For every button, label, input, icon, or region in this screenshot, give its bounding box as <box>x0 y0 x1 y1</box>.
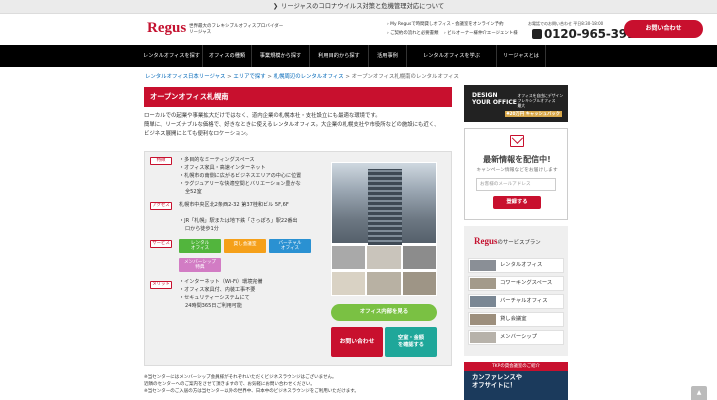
notes: ※当センターにはメンバーシップ会員様がそれぞれいただくビジネスラウンジはございま… <box>144 375 359 394</box>
building-photo[interactable] <box>331 162 437 245</box>
merits-list: ・インターネット（Wi-Fi）環境完備 ・オフィス家具付、内装工事不要 ・セキュ… <box>179 278 262 310</box>
subscribe-button[interactable]: 登録する <box>493 196 541 209</box>
intro-text: ローカルでの起業や事業拡大だけではなく、道内企業の札幌本社・支社設立にも最適な環… <box>144 113 440 137</box>
inquiry-button[interactable]: お問い合わせ <box>331 327 383 357</box>
phone-number[interactable]: 0120-965-391 <box>532 27 635 41</box>
list-item: 24時間365日ご利用可能 <box>185 303 242 309</box>
scroll-top-button[interactable]: ▲ <box>691 386 707 400</box>
breadcrumb-current: オープンオフィス札幌南のレンタルオフィス <box>351 74 459 80</box>
plan-meeting-room[interactable]: 貸し会議室 <box>468 312 564 327</box>
email-field[interactable]: お客様のメールアドレス <box>476 178 556 191</box>
page-title: オープンオフィス札幌南 <box>144 87 452 107</box>
tag-access: アクセス <box>150 202 172 210</box>
list-item: ・オフィス家具付、内装工事不要 <box>179 287 256 293</box>
service-meeting-room[interactable]: 貸し会議室 <box>224 239 266 253</box>
plan-membership[interactable]: メンバーシップ <box>468 330 564 345</box>
nav-item-types[interactable]: オフィスの種類 <box>202 45 251 67</box>
nav-item-cases[interactable]: 活用事例 <box>368 45 406 67</box>
tag-merits: メリット <box>150 281 172 289</box>
office-photo-gallery[interactable] <box>331 162 437 296</box>
plan-rental-office[interactable]: レンタルオフィス <box>468 258 564 273</box>
access-info: ・JR「札幌」駅または地下鉄「さっぽろ」駅22番出 口から徒歩1分 <box>179 218 298 232</box>
features-list: ・多目的なミーティングスペース ・オフィス家具・高速インターネット ・札幌市の南… <box>179 156 301 196</box>
list-item: ・インターネット（Wi-Fi）環境完備 <box>179 279 263 285</box>
breadcrumb-sapporo[interactable]: 札幌周辺のレンタルオフィス <box>274 74 344 80</box>
announcement-bar[interactable]: ❯ リージャスのコロナウイルス対策と危機管理対応について <box>0 0 717 14</box>
photo-thumbnail[interactable] <box>402 271 437 296</box>
photo-thumbnail[interactable] <box>366 245 402 270</box>
tagline: 世界最大のフレキシブルオフィスプロバイダー リージャス <box>189 24 284 35</box>
list-item: ・セキュリティーシステムにて <box>179 295 250 301</box>
nav-item-purpose[interactable]: 利用目的から探す <box>309 45 368 67</box>
nav-item-find[interactable]: レンタルオフィスを探す <box>141 45 202 67</box>
list-item: ・札幌市の南側に広がるビジネスエリアの中心に位置 <box>179 173 302 179</box>
address: 札幌市中央区北2条西2-32 第37桂和ビル 5F,6F <box>179 202 289 208</box>
main-nav: レンタルオフィスを探す オフィスの種類 事業規模から探す 利用目的から探す 活用… <box>0 45 717 67</box>
link-contract-flow[interactable]: › ご契約の流れと必要書類 <box>387 30 438 36</box>
list-item: ・多目的なミーティングスペース <box>179 157 255 163</box>
link-building-owner[interactable]: › ビルオーナー様 <box>444 30 478 36</box>
tag-services: サービス <box>150 240 172 248</box>
view-office-interior-button[interactable]: オフィス内部を見る <box>331 304 437 321</box>
chevron-right-icon: ❯ <box>272 3 279 10</box>
mail-icon <box>510 132 524 147</box>
breadcrumb: レンタルオフィス日本リージャス > エリアで探す > 札幌周辺のレンタルオフィス… <box>145 74 459 80</box>
list-item: ・ラグジュアリーな快適空間とバリエーション豊かな <box>179 181 301 187</box>
announcement-text: リージャスのコロナウイルス対策と危機管理対応について <box>281 3 445 10</box>
service-virtual-office[interactable]: バーチャル オフィス <box>269 239 311 253</box>
tag-features: 特徴 <box>150 157 172 165</box>
nav-item-learn[interactable]: レンタルオフィスを学ぶ <box>406 45 496 67</box>
newsletter-title: 最新情報を配信中! <box>483 155 551 164</box>
newsletter-subtitle: キャンペーン情報などをお届けします <box>476 168 558 173</box>
photo-thumbnail[interactable] <box>331 245 366 270</box>
service-membership[interactable]: メンバーシップ 特典 <box>179 258 221 272</box>
breadcrumb-area[interactable]: エリアで探す <box>233 74 265 80</box>
newsletter-box: 最新情報を配信中! キャンペーン情報などをお届けします お客様のメールアドレス … <box>464 128 568 220</box>
photo-thumbnail[interactable] <box>331 271 366 296</box>
photo-thumbnail[interactable] <box>366 271 402 296</box>
check-vacancy-button[interactable]: 空室・金額 を確認する <box>385 327 437 357</box>
service-plans-title: Regusのサービスプラン <box>474 236 541 246</box>
service-plans: Regusのサービスプラン レンタルオフィス コワーキングスペース バーチャルオ… <box>464 226 568 356</box>
link-agent[interactable]: › 仲介エージェント様 <box>475 30 518 36</box>
plan-virtual-office[interactable]: バーチャルオフィス <box>468 294 564 309</box>
regus-logo[interactable]: Regus <box>147 20 186 37</box>
design-your-office-banner[interactable]: DESIGN YOUR OFFICE オフィスを自由にデザイン フレキシブルオフィス… <box>464 85 568 122</box>
contact-button[interactable]: お問い合わせ <box>624 20 703 38</box>
list-item: 全52室 <box>185 189 202 195</box>
tkp-banner[interactable]: TKPの貸会議室のご紹介 カンファレンスや オフサイトに！ <box>464 362 568 400</box>
plan-coworking[interactable]: コワーキングスペース <box>468 276 564 291</box>
link-online-booking[interactable]: › My Regusで時間貸しオフィス・会議室をオンライン予約 <box>387 21 503 27</box>
service-rental-office[interactable]: レンタル オフィス <box>179 239 221 253</box>
nav-item-business-size[interactable]: 事業規模から探す <box>251 45 309 67</box>
nav-item-about[interactable]: リージャスとは <box>496 45 546 67</box>
list-item: ・オフィス家具・高速インターネット <box>179 165 266 171</box>
breadcrumb-home[interactable]: レンタルオフィス日本リージャス <box>145 74 225 80</box>
photo-thumbnail[interactable] <box>402 245 437 270</box>
phone-icon <box>532 29 542 39</box>
